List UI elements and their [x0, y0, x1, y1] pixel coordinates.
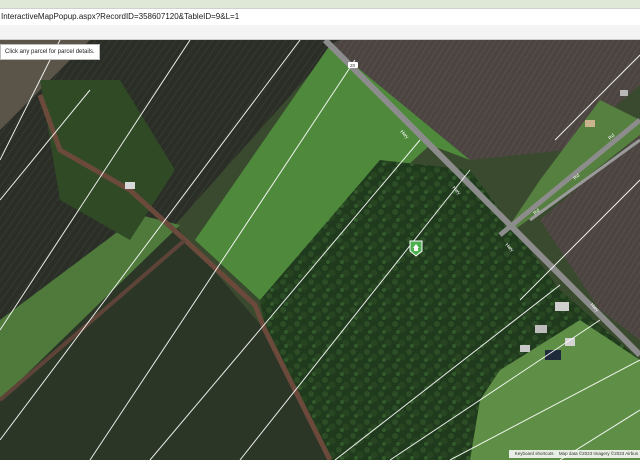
url-text: InteractiveMapPopup.aspx?RecordID=358607…: [1, 12, 240, 21]
satellite-map[interactable]: Hwy Hwy Hwy Hwy Rd Rd Rd 20: [0, 40, 640, 460]
imagery-credit: Map data ©2023 Imagery ©2023 Airbus: [558, 451, 638, 456]
highway-number: 20: [350, 63, 356, 68]
keyboard-shortcuts-link[interactable]: Keyboard shortcuts: [515, 451, 554, 456]
toolbar-strip: [0, 25, 640, 40]
building: [555, 302, 569, 311]
building: [125, 182, 135, 189]
building: [535, 325, 547, 333]
hint-text: Click any parcel for parcel details.: [5, 49, 95, 55]
map-canvas[interactable]: Hwy Hwy Hwy Hwy Rd Rd Rd 20: [0, 40, 640, 460]
address-bar[interactable]: InteractiveMapPopup.aspx?RecordID=358607…: [0, 8, 640, 26]
parcel-hint-box: Click any parcel for parcel details.: [0, 44, 100, 60]
building: [620, 90, 628, 96]
building: [520, 345, 530, 352]
building: [585, 120, 595, 127]
map-attribution: Keyboard shortcuts Map data ©2023 Imager…: [508, 450, 640, 458]
